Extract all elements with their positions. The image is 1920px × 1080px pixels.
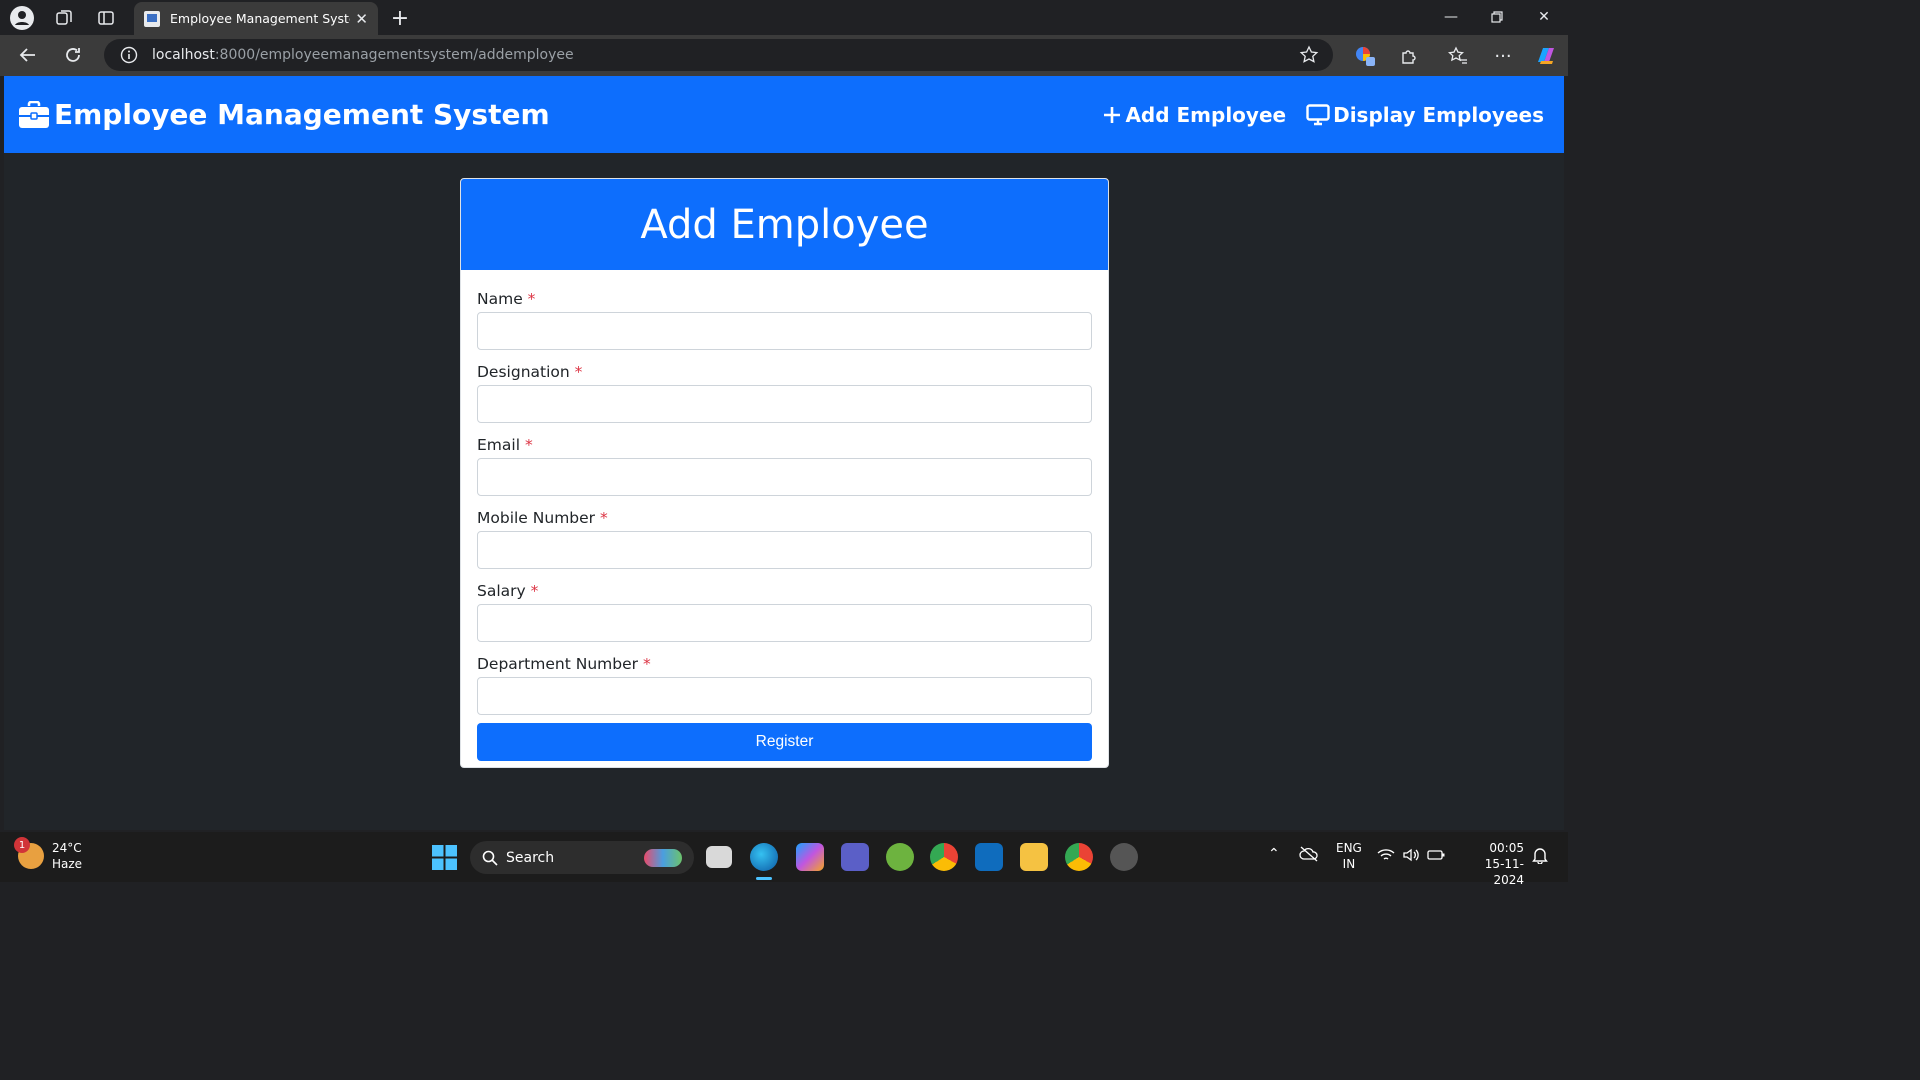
card-title: Add Employee [461, 179, 1108, 270]
active-app-indicator [756, 877, 772, 880]
battery-icon[interactable] [1427, 848, 1445, 866]
temperature: 24°C [52, 841, 82, 855]
browser-toolbar: localhost:8000/employeemanagementsystem/… [0, 35, 1568, 76]
edge-icon[interactable] [750, 843, 778, 871]
name-group: Name * [477, 290, 1092, 350]
search-highlight-icon [644, 849, 682, 867]
extensions-puzzle-icon[interactable] [1396, 43, 1422, 69]
new-tab-icon[interactable]: + [388, 6, 412, 31]
back-icon[interactable] [15, 42, 41, 68]
display-employees-label: Display Employees [1333, 102, 1544, 127]
refresh-icon[interactable] [60, 42, 86, 68]
tab-favicon-icon [144, 10, 160, 27]
brand-title: Employee Management System [54, 98, 550, 131]
time: 00:05 [1489, 841, 1524, 855]
onedrive-icon[interactable] [1299, 846, 1319, 866]
salary-group: Salary * [477, 582, 1092, 642]
minimize-icon[interactable]: — [1436, 5, 1466, 29]
language-indicator[interactable]: ENG IN [1336, 840, 1362, 872]
vertical-tabs-icon[interactable] [94, 6, 118, 30]
copilot-app-icon[interactable] [796, 843, 824, 871]
monitor-icon [1306, 103, 1330, 125]
extension-colorful-icon[interactable] [1352, 43, 1378, 69]
copilot-icon[interactable] [1533, 43, 1559, 69]
date: 15-11-2024 [1484, 857, 1524, 887]
restore-icon[interactable] [1482, 5, 1512, 29]
search-label: Search [506, 849, 555, 866]
briefcase-icon [19, 100, 49, 128]
active-tab[interactable]: Employee Management System - ✕ [134, 2, 378, 35]
department-number-input[interactable] [477, 677, 1092, 715]
web-page: Employee Management System Add Employee … [4, 76, 1564, 830]
browser-tab-strip: Employee Management System - ✕ + — ✕ [0, 0, 1568, 35]
language: ENG [1336, 841, 1362, 855]
register-button[interactable]: Register [477, 723, 1092, 761]
workspaces-icon[interactable] [52, 6, 76, 30]
volume-icon[interactable] [1402, 848, 1420, 866]
taskbar-search[interactable]: Search [470, 841, 694, 874]
mobile-number-label: Mobile Number * [477, 509, 608, 527]
designation-label: Designation * [477, 363, 583, 381]
mobile-number-group: Mobile Number * [477, 509, 1092, 569]
start-icon[interactable] [432, 845, 457, 874]
mobile-number-input[interactable] [477, 531, 1092, 569]
navbar-brand[interactable]: Employee Management System [18, 98, 550, 131]
display-employees-link[interactable]: Display Employees [1306, 103, 1544, 127]
add-employee-card: Add Employee Name * Designation * Email … [460, 178, 1109, 768]
salary-input[interactable] [477, 604, 1092, 642]
notifications-icon[interactable] [1532, 846, 1548, 868]
tray-overflow-icon[interactable]: ⌃ [1268, 846, 1280, 862]
chrome-profile-icon[interactable] [1065, 843, 1093, 871]
outlook-icon[interactable] [975, 843, 1003, 871]
designation-input[interactable] [477, 385, 1092, 423]
url-text: localhost:8000/employeemanagementsystem/… [152, 47, 574, 63]
favorites-icon[interactable] [1445, 43, 1471, 69]
clock[interactable]: 00:05 15-11-2024 [1458, 840, 1524, 888]
favorite-star-icon[interactable] [1299, 45, 1319, 69]
file-explorer-icon[interactable] [1020, 843, 1048, 871]
settings-icon[interactable] [1110, 843, 1138, 871]
weather-widget[interactable]: 1 24°C Haze [14, 837, 83, 872]
tab-close-icon[interactable]: ✕ [355, 10, 368, 28]
email-group: Email * [477, 436, 1092, 496]
search-icon [482, 850, 498, 866]
designation-group: Designation * [477, 363, 1092, 423]
name-label: Name * [477, 290, 536, 308]
teams-icon[interactable] [841, 843, 869, 871]
wifi-icon[interactable] [1377, 848, 1395, 866]
task-view-icon[interactable] [706, 846, 732, 868]
weather-haze-icon: 1 [14, 837, 44, 869]
spring-tool-icon[interactable] [886, 843, 914, 871]
region: IN [1342, 857, 1356, 871]
add-employee-link[interactable]: Add Employee [1102, 103, 1286, 127]
department-number-group: Department Number * [477, 655, 1092, 715]
employee-form: Name * Designation * Email * Mobile Numb… [461, 270, 1108, 761]
chrome-icon[interactable] [930, 843, 958, 871]
close-window-icon[interactable]: ✕ [1529, 5, 1559, 29]
plus-icon [1104, 106, 1121, 123]
address-bar[interactable]: localhost:8000/employeemanagementsystem/… [104, 39, 1333, 71]
site-info-icon[interactable] [120, 46, 138, 64]
tab-title: Employee Management System - [170, 11, 350, 26]
weather-condition: Haze [52, 857, 83, 871]
taskbar: 1 24°C Haze Search ⌃ ENG IN 00:05 15-11-… [0, 832, 1568, 887]
navbar: Employee Management System Add Employee … [4, 76, 1564, 153]
department-number-label: Department Number * [477, 655, 651, 673]
weather-badge: 1 [14, 837, 30, 853]
email-label: Email * [477, 436, 533, 454]
more-options-icon[interactable]: ··· [1490, 43, 1516, 69]
email-input[interactable] [477, 458, 1092, 496]
profile-icon[interactable] [10, 6, 34, 30]
add-employee-label: Add Employee [1125, 102, 1287, 127]
salary-label: Salary * [477, 582, 539, 600]
name-input[interactable] [477, 312, 1092, 350]
